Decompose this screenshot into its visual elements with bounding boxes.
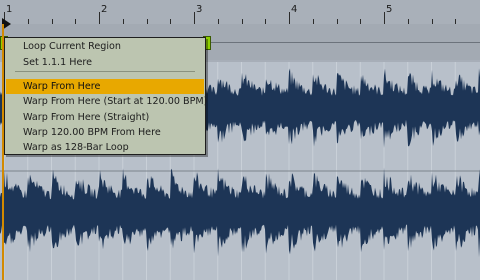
bar-number-2: 2 <box>101 4 108 15</box>
ruler-tick <box>289 12 290 24</box>
bar-number-4: 4 <box>291 4 298 15</box>
ruler-tick <box>99 12 100 24</box>
menu-item-warp-from-here-straight[interactable]: Warp From Here (Straight) <box>6 110 204 125</box>
menu-item-warp-from-here[interactable]: Warp From Here <box>6 79 204 94</box>
bar-number-1: 1 <box>6 4 13 15</box>
beat-ruler[interactable]: 1 2 3 4 5 <box>0 0 480 25</box>
ruler-tick <box>384 12 385 24</box>
menu-item-warp-as-128-bar-loop[interactable]: Warp as 128-Bar Loop <box>6 140 204 155</box>
context-menu: Loop Current Region Set 1.1.1 Here Warp … <box>4 37 207 155</box>
ruler-tick <box>194 12 195 24</box>
menu-item-warp-120-bpm-from-here[interactable]: Warp 120.00 BPM From Here <box>6 125 204 140</box>
clip-view: 1 2 3 4 5 Loop Current Region Set 1.1.1 … <box>0 0 480 280</box>
bar-number-5: 5 <box>386 4 393 15</box>
menu-separator <box>15 71 195 72</box>
menu-item-loop-current-region[interactable]: Loop Current Region <box>6 39 204 54</box>
bar-number-3: 3 <box>196 4 203 15</box>
menu-item-warp-from-here-start-120[interactable]: Warp From Here (Start at 120.00 BPM) <box>6 94 207 109</box>
menu-item-set-1-1-1-here[interactable]: Set 1.1.1 Here <box>6 55 204 70</box>
